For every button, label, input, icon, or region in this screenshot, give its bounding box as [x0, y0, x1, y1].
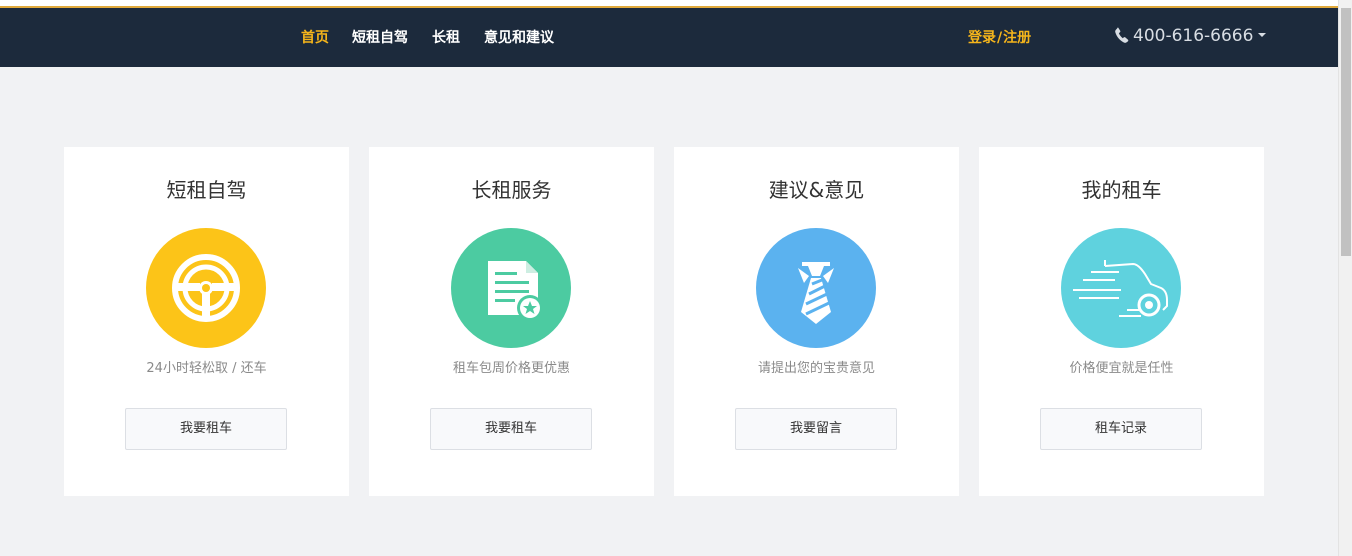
- top-accent-line: [0, 0, 1338, 8]
- phone-dropdown[interactable]: 400-616-6666: [1115, 25, 1267, 47]
- register-link[interactable]: 注册: [1003, 30, 1031, 46]
- card-description: 租车包周价格更优惠: [452, 361, 570, 376]
- service-card-short-rent: 短租自驾 24小时轻松取 / 还车 我要租车: [64, 147, 349, 496]
- card-description: 24小时轻松取 / 还车: [146, 361, 267, 376]
- scrollbar-thumb[interactable]: [1341, 8, 1351, 256]
- nav-item-home[interactable]: 首页: [301, 29, 329, 47]
- login-link[interactable]: 登录: [968, 30, 996, 46]
- card-title: 长租服务: [471, 178, 552, 202]
- nav-item-long-rent[interactable]: 长租: [432, 29, 460, 47]
- rent-car-button[interactable]: 我要租车: [125, 408, 287, 450]
- phone-number: 400-616-6666: [1133, 26, 1254, 46]
- card-description: 价格便宜就是任性: [1069, 361, 1174, 376]
- service-card-long-rent: 长租服务 租车包周价格更优惠 我要租车: [369, 147, 654, 496]
- card-description: 请提出您的宝贵意见: [757, 361, 875, 376]
- document-star-icon: [451, 228, 571, 348]
- nav-item-feedback[interactable]: 意见和建议: [484, 29, 554, 47]
- nav-item-short-rent[interactable]: 短租自驾: [352, 29, 408, 47]
- navbar: 首页 短租自驾 长租 意见和建议 登录/注册 400-616-6666: [0, 8, 1338, 67]
- auth-separator: /: [997, 30, 1003, 46]
- card-title: 我的租车: [1081, 178, 1162, 202]
- service-card-my-rentals: 我的租车 价格便宜就是任性 租车记录: [979, 147, 1264, 496]
- rent-car-button[interactable]: 我要租车: [430, 408, 592, 450]
- phone-icon: [1115, 27, 1129, 43]
- rental-records-button[interactable]: 租车记录: [1040, 408, 1202, 450]
- car-icon: [1061, 228, 1181, 348]
- leave-message-button[interactable]: 我要留言: [735, 408, 897, 450]
- service-card-feedback: 建议&意见 请提出您的宝贵意见 我要留言: [674, 147, 959, 496]
- chevron-down-icon: [1258, 33, 1267, 37]
- auth-links: 登录/注册: [968, 29, 1031, 47]
- card-title: 建议&意见: [768, 178, 865, 202]
- steering-wheel-icon: [146, 228, 266, 348]
- card-title: 短租自驾: [166, 178, 247, 202]
- necktie-icon: [756, 228, 876, 348]
- vertical-scrollbar[interactable]: [1338, 0, 1352, 556]
